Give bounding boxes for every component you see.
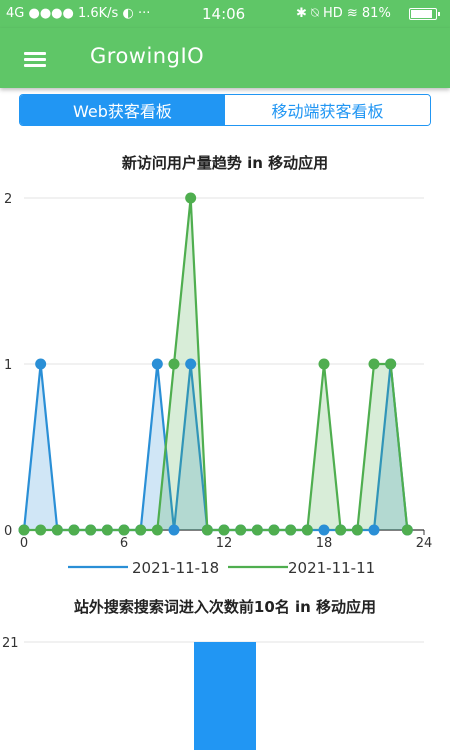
x-tick-label: 0 xyxy=(20,536,28,551)
bar xyxy=(194,642,256,750)
series-point-0 xyxy=(35,358,47,370)
series-point-1 xyxy=(151,524,163,536)
series-point-1 xyxy=(368,358,380,370)
series-point-1 xyxy=(401,524,413,536)
series-point-1 xyxy=(218,524,230,536)
series-point-1 xyxy=(335,524,347,536)
series-point-1 xyxy=(201,524,213,536)
x-tick-label: 6 xyxy=(120,536,128,551)
series-point-1 xyxy=(351,524,363,536)
legend-label-1: 2021-11-11 xyxy=(288,559,375,577)
new-visitors-trend-chart: 0120 6 12 18 242021-11-18 2021-11-11 xyxy=(4,192,433,577)
series-point-1 xyxy=(318,358,330,370)
series-point-0 xyxy=(368,524,380,536)
series-point-1 xyxy=(251,524,263,536)
series-point-1 xyxy=(168,358,180,370)
series-point-1 xyxy=(68,524,80,536)
series-point-1 xyxy=(51,524,63,536)
y-tick-label: 2 xyxy=(4,192,12,207)
x-tick-label: 18 xyxy=(316,536,333,551)
series-point-1 xyxy=(385,358,397,370)
series-point-0 xyxy=(151,358,163,370)
series-point-1 xyxy=(101,524,113,536)
x-tick-label: 24 xyxy=(416,536,433,551)
series-point-1 xyxy=(18,524,30,536)
series-line-0 xyxy=(22,362,409,532)
y-tick-label: 21 xyxy=(2,636,19,651)
x-tick-label: 12 xyxy=(216,536,233,551)
y-tick-label: 1 xyxy=(4,358,12,373)
y-tick-label: 0 xyxy=(4,524,12,539)
legend-label-0: 2021-11-18 xyxy=(132,559,219,577)
series-point-1 xyxy=(118,524,130,536)
series-point-1 xyxy=(268,524,280,536)
series-point-1 xyxy=(185,192,197,204)
search-terms-bar-chart: 21 xyxy=(2,636,424,750)
series-point-1 xyxy=(135,524,147,536)
series-point-1 xyxy=(35,524,47,536)
series-point-1 xyxy=(285,524,297,536)
series-point-1 xyxy=(235,524,247,536)
series-point-1 xyxy=(301,524,313,536)
series-area-0 xyxy=(24,364,408,530)
series-point-0 xyxy=(185,358,197,370)
series-point-0 xyxy=(318,524,330,536)
series-point-0 xyxy=(168,524,180,536)
series-point-1 xyxy=(85,524,97,536)
